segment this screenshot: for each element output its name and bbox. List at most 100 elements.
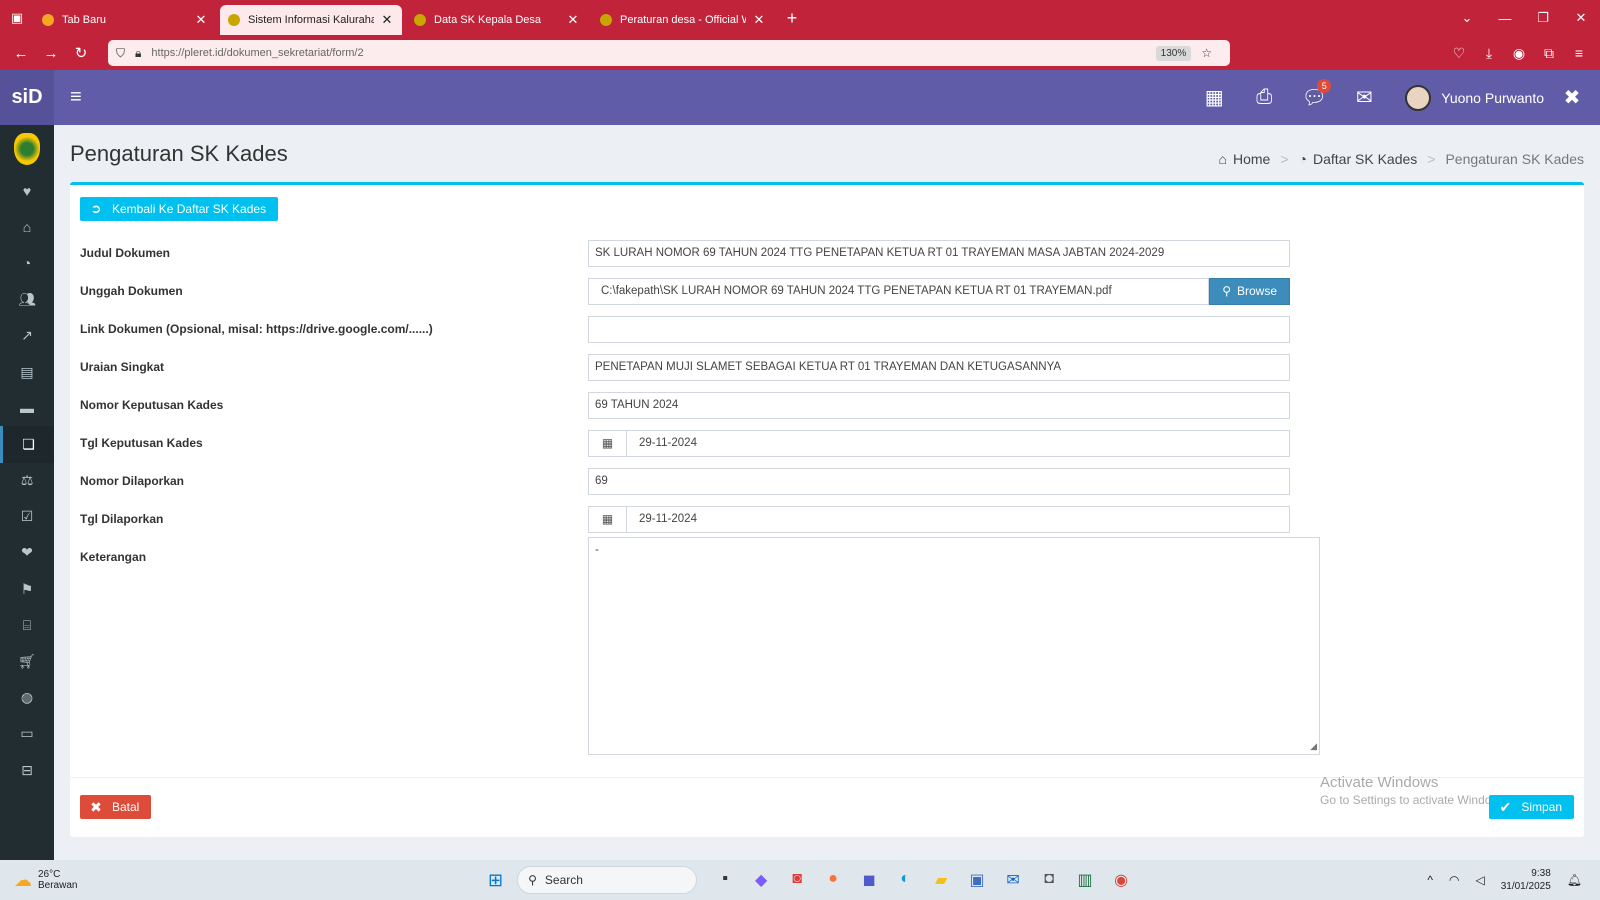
task-view-icon[interactable]: ▪: [707, 870, 743, 890]
tab-sistem-informasi[interactable]: Sistem Informasi Kalurahan Pleret ✕: [220, 5, 402, 35]
weather-widget[interactable]: ☁ 26°C Berawan: [14, 869, 454, 891]
user-name: Yuono Purwanto: [1441, 89, 1544, 106]
camera-icon[interactable]: ◘: [1031, 870, 1067, 890]
url-text[interactable]: https://pleret.id/dokumen_sekretariat/fo…: [151, 47, 1155, 59]
tgl-dilaporkan-input[interactable]: 29-11-2024: [626, 505, 1290, 533]
tab-label: Data SK Kepala Desa: [434, 14, 542, 26]
reload-icon[interactable]: ↻: [66, 44, 96, 62]
tab-peraturan-desa[interactable]: Peraturan desa - Official Website ✕: [592, 5, 774, 35]
bookmark-star-icon[interactable]: ☆: [1201, 46, 1212, 60]
mail-taskbar-icon[interactable]: ✉: [995, 870, 1031, 890]
sidebar-balance-icon[interactable]: ⚖: [0, 463, 54, 499]
sidebar-heart-icon[interactable]: ❤: [0, 535, 54, 571]
sidebar-archive-icon[interactable]: ▬: [0, 390, 54, 426]
keterangan-textarea[interactable]: - ◢: [588, 537, 1320, 755]
search-icon: ⚲: [1222, 284, 1231, 298]
teams-icon[interactable]: ◼: [851, 870, 887, 890]
calendar-icon[interactable]: ▦: [588, 429, 626, 457]
sidebar-inbox-icon[interactable]: ⊟: [0, 752, 54, 788]
resize-handle-icon[interactable]: ◢: [1310, 741, 1317, 752]
tab-overflow-icon[interactable]: ⌄: [1448, 10, 1486, 26]
sidebar-bank-icon[interactable]: ⌸: [0, 607, 54, 643]
chrome-icon[interactable]: ◉: [1103, 870, 1139, 890]
firefox-taskbar-icon[interactable]: ●: [815, 870, 851, 890]
account-icon[interactable]: ◉: [1504, 45, 1534, 62]
sidebar-users-icon[interactable]: 👥︎: [0, 282, 54, 318]
calendar-icon[interactable]: ▦: [588, 505, 626, 533]
taskbar-search[interactable]: ⚲ Search: [517, 866, 698, 894]
zoom-level[interactable]: 130%: [1155, 45, 1192, 61]
sidebar-signpost-icon[interactable]: ⚑: [0, 571, 54, 607]
sidebar-globe-icon[interactable]: ◍: [0, 680, 54, 716]
volume-icon[interactable]: ◁: [1475, 873, 1484, 887]
restore-icon[interactable]: ❐: [1524, 10, 1562, 26]
sidebar-home-icon[interactable]: ⌂: [0, 209, 54, 245]
uraian-label: Uraian Singkat: [80, 360, 165, 374]
notification-bell-icon[interactable]: 🔔︎: [1567, 873, 1582, 887]
lock-icon[interactable]: 🔒︎: [135, 46, 141, 61]
sidebar-checklist-icon[interactable]: ☑: [0, 499, 54, 535]
extensions-icon[interactable]: ⧉: [1534, 45, 1564, 62]
office-icon[interactable]: ◙: [779, 870, 815, 890]
breadcrumb-home[interactable]: Home: [1233, 151, 1270, 167]
nomor-dilaporkan-input[interactable]: 69: [588, 467, 1290, 495]
edge-icon[interactable]: ◐: [887, 870, 923, 890]
tab-close-icon[interactable]: ✕: [194, 12, 208, 28]
mail-icon[interactable]: ✉: [1339, 85, 1389, 110]
minimize-icon[interactable]: —: [1486, 11, 1524, 26]
excel-icon[interactable]: ▥: [1067, 870, 1103, 890]
sidebar-cart-icon[interactable]: 🛒︎: [0, 643, 54, 679]
calendar-icon[interactable]: ▦: [1189, 85, 1239, 110]
breadcrumb-list[interactable]: Daftar SK Kades: [1313, 151, 1417, 167]
menu-icon[interactable]: ≡: [1564, 45, 1594, 62]
breadcrumb-current: Pengaturan SK Kades: [1445, 151, 1584, 167]
copilot-icon[interactable]: ◆: [743, 870, 779, 890]
new-tab-button[interactable]: +: [778, 8, 806, 29]
uraian-input[interactable]: PENETAPAN MUJI SLAMET SEBAGAI KETUA RT 0…: [588, 353, 1290, 381]
window-close-icon[interactable]: ✕: [1562, 10, 1600, 26]
tab-close-icon[interactable]: ✕: [752, 12, 766, 28]
sidebar-chart-icon[interactable]: ↗: [0, 318, 54, 354]
download-icon[interactable]: ⤓: [1474, 45, 1504, 62]
tgl-keputusan-input[interactable]: 29-11-2024: [626, 429, 1290, 457]
sidebar-heartbeat-icon[interactable]: ♥: [0, 173, 54, 209]
wifi-icon[interactable]: ◠: [1449, 873, 1459, 887]
back-button-label: Kembali Ke Daftar SK Kades: [112, 202, 267, 216]
clock[interactable]: 9:38 31/01/2025: [1501, 867, 1551, 893]
judul-input[interactable]: SK LURAH NOMOR 69 TAHUN 2024 TTG PENETAP…: [588, 239, 1290, 267]
sidebar-monitor-icon[interactable]: ▭: [0, 716, 54, 752]
windows-start-icon[interactable]: ⊞: [488, 870, 503, 891]
unggah-row: Unggah Dokumen C:\fakepath\SK LURAH NOMO…: [80, 277, 1290, 305]
nomor-keputusan-input[interactable]: 69 TAHUN 2024: [588, 391, 1290, 419]
link-input[interactable]: [588, 315, 1290, 343]
print-icon[interactable]: ⎙: [1239, 86, 1289, 109]
save-label: Simpan: [1521, 800, 1562, 814]
sidebar-toggle-icon[interactable]: ≡: [70, 86, 82, 109]
tray-chevron-up-icon[interactable]: ^: [1427, 873, 1433, 887]
tab-new-tab[interactable]: Tab Baru ✕: [34, 5, 216, 35]
user-menu[interactable]: Yuono Purwanto: [1405, 84, 1544, 111]
forward-arrow-icon[interactable]: →: [36, 45, 66, 62]
tab-list-icon[interactable]: ▣: [0, 0, 34, 36]
control-sidebar-close-icon[interactable]: ✖: [1544, 85, 1600, 110]
browse-button[interactable]: ⚲ Browse: [1209, 277, 1290, 305]
shield-icon[interactable]: ⛉: [116, 46, 125, 61]
pocket-icon[interactable]: ♡: [1444, 45, 1474, 62]
sidebar-documents-icon[interactable]: ❏: [0, 426, 54, 463]
tgl-keputusan-label: Tgl Keputusan Kades: [80, 436, 203, 450]
tab-data-sk-kepala-desa[interactable]: Data SK Kepala Desa ✕: [406, 5, 588, 35]
file-path-input[interactable]: C:\fakepath\SK LURAH NOMOR 69 TAHUN 2024…: [588, 277, 1210, 305]
cancel-button[interactable]: ✖ Batal: [80, 795, 152, 819]
tab-close-icon[interactable]: ✕: [380, 12, 394, 28]
store-icon[interactable]: ▣: [959, 870, 995, 890]
address-bar[interactable]: ⛉ 🔒︎ https://pleret.id/dokumen_sekretari…: [108, 40, 1230, 66]
file-explorer-icon[interactable]: ▰: [923, 870, 959, 890]
back-arrow-icon[interactable]: ←: [6, 45, 36, 62]
sidebar-dashboard-icon[interactable]: ◔: [0, 245, 54, 281]
app-logo[interactable]: siD: [0, 70, 54, 125]
sidebar-book-icon[interactable]: ▤: [0, 354, 54, 390]
save-button[interactable]: ✔ Simpan: [1489, 795, 1574, 819]
back-to-list-button[interactable]: ➲ Kembali Ke Daftar SK Kades: [80, 197, 279, 221]
tab-close-icon[interactable]: ✕: [566, 12, 580, 28]
comments-icon[interactable]: 💬︎ 5: [1289, 79, 1339, 110]
